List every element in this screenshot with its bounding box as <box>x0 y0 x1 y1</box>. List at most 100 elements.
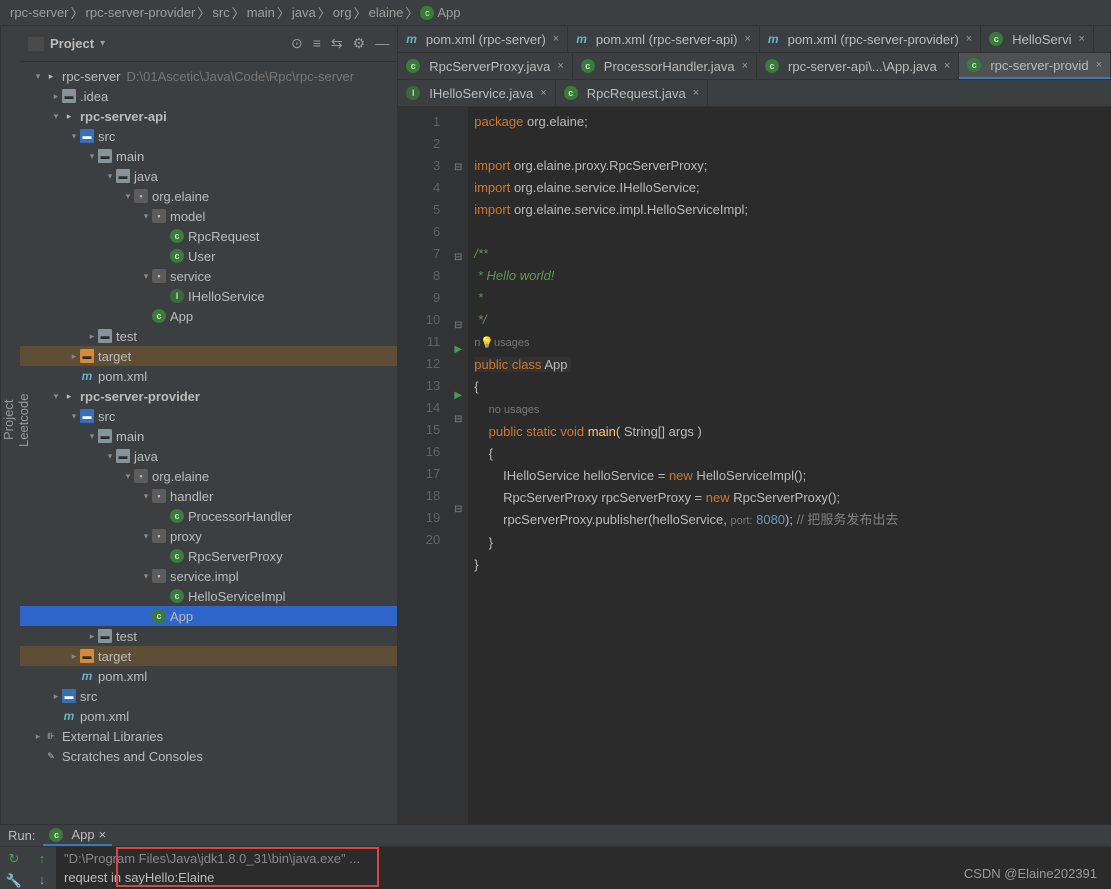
editor-tab[interactable]: cRpcRequest.java× <box>556 80 708 106</box>
tree-item[interactable]: ▸▬test <box>20 326 397 346</box>
m-ico-icon: m <box>80 669 94 683</box>
run-tab[interactable]: c App × <box>43 825 112 846</box>
tree-item[interactable]: ▾▪service <box>20 266 397 286</box>
tree-label: RpcServerProxy <box>188 549 283 564</box>
breadcrumb-item[interactable]: elaine <box>369 5 404 20</box>
breadcrumb-item[interactable]: java <box>292 5 316 20</box>
tree-item[interactable]: c App <box>20 306 397 326</box>
close-icon[interactable]: × <box>744 33 750 45</box>
close-icon[interactable]: × <box>557 60 563 72</box>
tree-item[interactable]: ▾▬src <box>20 126 397 146</box>
editor-tab[interactable]: mpom.xml (rpc-server)× <box>398 26 568 52</box>
tree-item[interactable]: ✎Scratches and Consoles <box>20 746 397 766</box>
close-icon[interactable]: × <box>553 33 559 45</box>
editor-tab[interactable]: IIHelloService.java× <box>398 80 555 106</box>
expand-icon[interactable]: ≡ <box>313 35 321 52</box>
breadcrumb[interactable]: rpc-server〉rpc-server-provider〉src〉main〉… <box>0 0 1111 26</box>
project-dropdown-icon[interactable]: ▾ <box>100 38 105 49</box>
close-icon[interactable]: × <box>1096 59 1102 71</box>
tree-item[interactable]: mpom.xml <box>20 366 397 386</box>
cls-icon: c <box>170 249 184 263</box>
mod-icon: ▸ <box>62 109 76 123</box>
close-icon[interactable]: × <box>1078 33 1084 45</box>
tree-item[interactable]: ▾▸rpc-server-provider <box>20 386 397 406</box>
tree-item[interactable]: ▾▬main <box>20 426 397 446</box>
editor-tab[interactable]: mpom.xml (rpc-server-api)× <box>568 26 760 52</box>
tree-item[interactable]: ▸▬src <box>20 686 397 706</box>
tree-item[interactable]: cRpcServerProxy <box>20 546 397 566</box>
project-tree[interactable]: ▾▸rpc-serverD:\01Ascetic\Java\Code\Rpc\r… <box>20 62 397 824</box>
tree-item[interactable]: ▾▬java <box>20 166 397 186</box>
tree-item[interactable]: cApp <box>20 606 397 626</box>
editor-tabs-2[interactable]: cRpcServerProxy.java×cProcessorHandler.j… <box>398 53 1111 80</box>
tree-item[interactable]: mpom.xml <box>20 666 397 686</box>
left-toolbar[interactable]: Project Leetcode <box>0 26 20 824</box>
gutter[interactable]: ⊟ ⊟ ⊟▶ ▶⊟ ⊟ <box>448 107 468 824</box>
editor-tab[interactable]: cHelloServi× <box>981 26 1094 52</box>
collapse-icon[interactable]: ⇆ <box>331 35 343 52</box>
editor-tabs-1[interactable]: mpom.xml (rpc-server)×mpom.xml (rpc-serv… <box>398 26 1111 53</box>
tab-label: rpc-server-api\...\App.java <box>788 59 937 74</box>
tree-item[interactable]: IIHelloService <box>20 286 397 306</box>
down-icon[interactable]: ↓ <box>39 872 46 887</box>
close-icon[interactable]: × <box>742 60 748 72</box>
tree-item[interactable]: mpom.xml <box>20 706 397 726</box>
project-title[interactable]: Project <box>50 36 94 51</box>
pkg-icon: ▪ <box>152 489 166 503</box>
gear-icon[interactable]: ⚙ <box>353 35 366 52</box>
rerun-icon[interactable]: ↻ <box>9 851 20 867</box>
breadcrumb-item[interactable]: main <box>247 5 275 20</box>
tree-item[interactable]: ▾▬main <box>20 146 397 166</box>
tree-item[interactable]: cRpcRequest <box>20 226 397 246</box>
breadcrumb-item[interactable]: org <box>333 5 352 20</box>
minimize-icon[interactable]: — <box>375 35 389 52</box>
tree-item[interactable]: ▸⊪External Libraries <box>20 726 397 746</box>
editor-tabs-3[interactable]: IIHelloService.java×cRpcRequest.java× <box>398 80 1111 107</box>
tree-item[interactable]: cUser <box>20 246 397 266</box>
tree-item[interactable]: ▾▬src <box>20 406 397 426</box>
tree-item[interactable]: ▸▬test <box>20 626 397 646</box>
editor-tab[interactable]: crpc-server-provid× <box>959 53 1111 79</box>
tree-item[interactable]: ▾▪org.elaine <box>20 466 397 486</box>
code-editor[interactable]: 1234567891011121314151617181920 ⊟ ⊟ ⊟▶ ▶… <box>398 107 1111 824</box>
cls-icon: c <box>152 309 166 323</box>
close-icon[interactable]: × <box>693 87 699 99</box>
editor-tab[interactable]: crpc-server-api\...\App.java× <box>757 53 959 79</box>
tree-item[interactable]: ▸▬target <box>20 646 397 666</box>
editor-tab[interactable]: mpom.xml (rpc-server-provider)× <box>760 26 981 52</box>
tree-item[interactable]: ▾▸rpc-server-api <box>20 106 397 126</box>
close-icon[interactable]: × <box>966 33 972 45</box>
code-content[interactable]: package org.elaine; import org.elaine.pr… <box>468 107 1111 824</box>
run-output[interactable]: "D:\Program Files\Java\jdk1.8.0_31\bin\j… <box>56 847 1111 889</box>
tree-item[interactable]: ▾▪service.impl <box>20 566 397 586</box>
close-icon[interactable]: × <box>99 827 107 842</box>
editor-tab[interactable]: cRpcServerProxy.java× <box>398 53 573 79</box>
close-icon[interactable]: × <box>944 60 950 72</box>
select-opened-icon[interactable]: ⊙ <box>291 35 303 52</box>
tree-item[interactable]: ▾▸rpc-serverD:\01Ascetic\Java\Code\Rpc\r… <box>20 66 397 86</box>
tab-label: pom.xml (rpc-server) <box>426 32 546 47</box>
tree-label: org.elaine <box>152 189 209 204</box>
breadcrumb-item[interactable]: rpc-server-provider <box>86 5 196 20</box>
tree-item[interactable]: ▾▪model <box>20 206 397 226</box>
tree-item[interactable]: ▾▬java <box>20 446 397 466</box>
tree-item[interactable]: cHelloServiceImpl <box>20 586 397 606</box>
wrench-icon[interactable]: 🔧 <box>6 873 22 889</box>
breadcrumb-item[interactable]: App <box>437 5 460 20</box>
leetcode-tab[interactable]: Leetcode <box>16 36 31 804</box>
tree-label: App <box>170 309 193 324</box>
project-tab[interactable]: Project <box>1 36 16 804</box>
tree-item[interactable]: ▸▬.idea <box>20 86 397 106</box>
tree-label: service.impl <box>170 569 239 584</box>
tree-item[interactable]: ▸▬target <box>20 346 397 366</box>
breadcrumb-item[interactable]: rpc-server <box>10 5 69 20</box>
close-icon[interactable]: × <box>540 87 546 99</box>
tree-item[interactable]: cProcessorHandler <box>20 506 397 526</box>
breadcrumb-item[interactable]: src <box>212 5 229 20</box>
tree-item[interactable]: ▾▪org.elaine <box>20 186 397 206</box>
folder-blue-icon: ▬ <box>80 129 94 143</box>
editor-tab[interactable]: cProcessorHandler.java× <box>573 53 757 79</box>
up-icon[interactable]: ↑ <box>39 851 46 866</box>
tree-item[interactable]: ▾▪proxy <box>20 526 397 546</box>
tree-item[interactable]: ▾▪handler <box>20 486 397 506</box>
